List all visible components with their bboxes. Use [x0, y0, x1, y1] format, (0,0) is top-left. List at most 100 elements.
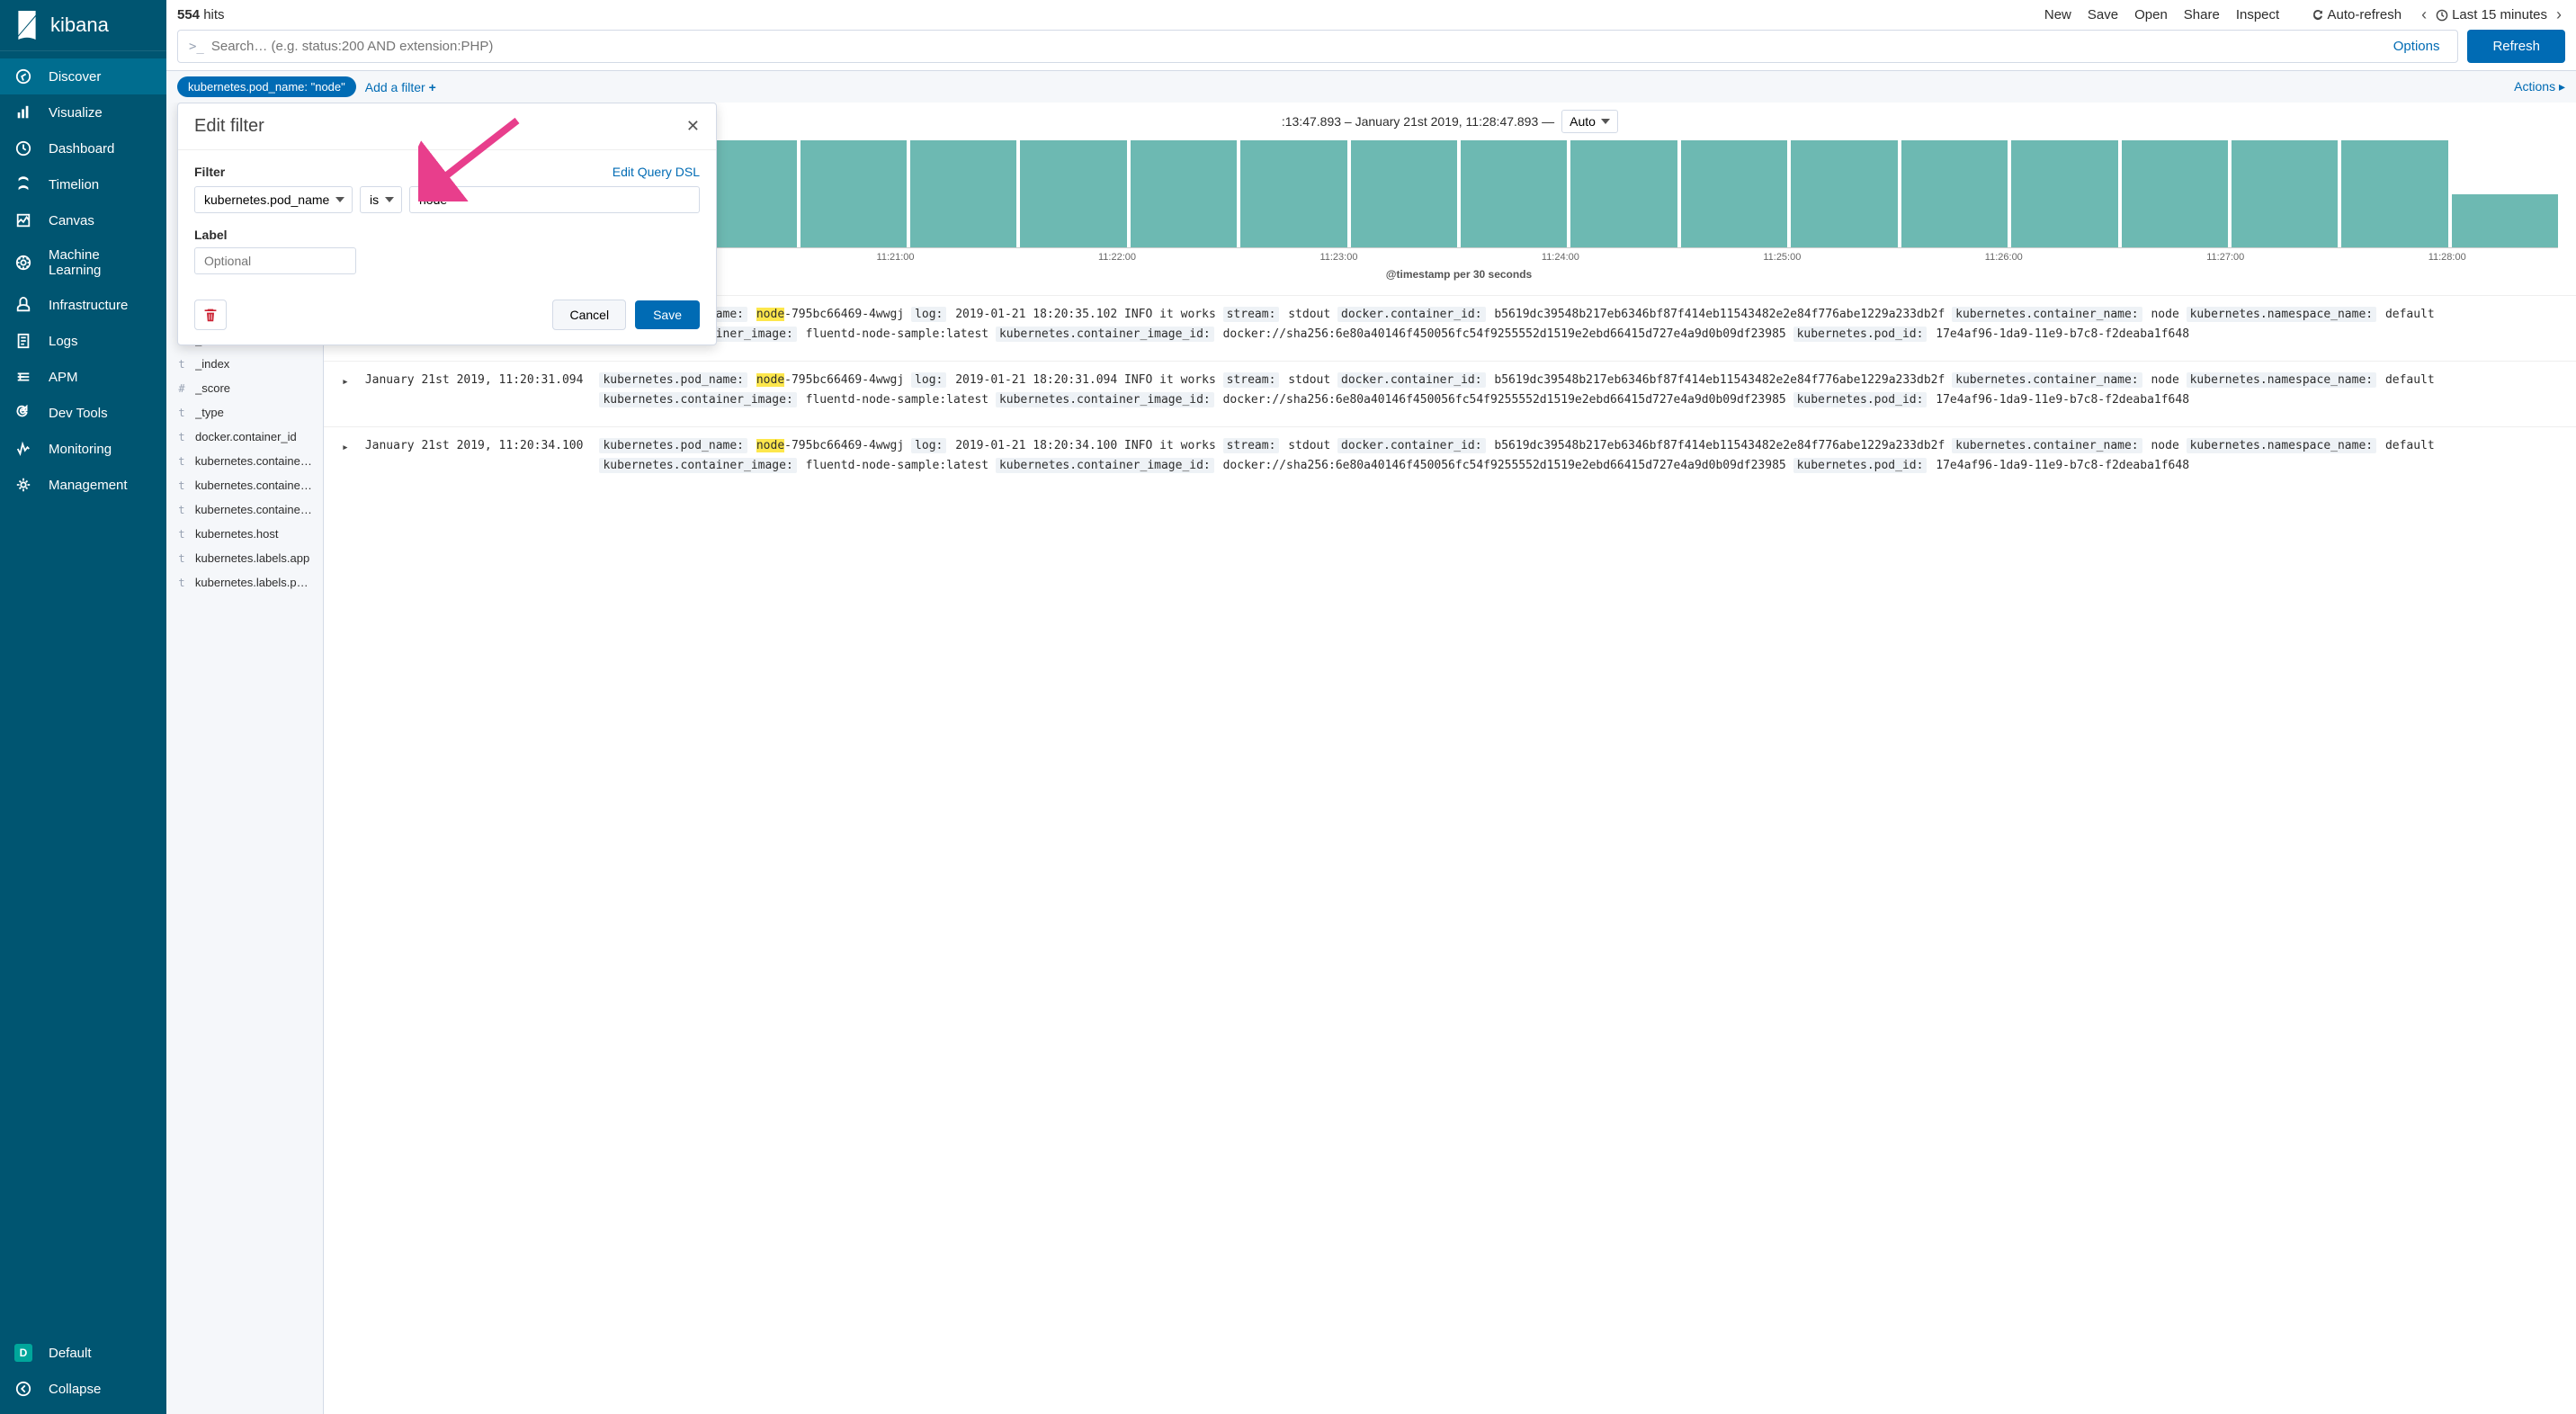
filter-label-input[interactable] — [194, 247, 356, 274]
sidebar-item-canvas[interactable]: Canvas — [0, 202, 166, 238]
histogram-bar[interactable] — [1131, 140, 1237, 247]
auto-refresh-toggle[interactable]: Auto-refresh — [2312, 7, 2402, 22]
field-key[interactable]: stream: — [1223, 307, 1280, 322]
field-key[interactable]: log: — [911, 307, 946, 322]
delete-filter-button[interactable] — [194, 300, 227, 330]
histogram-bar[interactable] — [2232, 140, 2338, 247]
field-key[interactable]: kubernetes.namespace_name: — [2187, 438, 2377, 453]
topbar-open-link[interactable]: Open — [2134, 7, 2168, 22]
edit-query-dsl-link[interactable]: Edit Query DSL — [613, 165, 700, 179]
histogram-bar[interactable] — [1020, 140, 1126, 247]
field-item[interactable]: tkubernetes.container… — [166, 497, 323, 522]
search-options-link[interactable]: Options — [2386, 39, 2447, 54]
histogram-bar[interactable] — [801, 140, 907, 247]
field-key[interactable]: kubernetes.container_image: — [599, 458, 796, 473]
nav-icon — [14, 476, 32, 494]
nav-label: APM — [49, 370, 78, 385]
sidebar-item-monitoring[interactable]: Monitoring — [0, 431, 166, 467]
histogram-bar[interactable] — [2341, 140, 2447, 247]
field-key[interactable]: kubernetes.namespace_name: — [2187, 372, 2377, 388]
field-key[interactable]: kubernetes.container_image_id: — [996, 458, 1214, 473]
sidebar-item-dev-tools[interactable]: Dev Tools — [0, 395, 166, 431]
histogram-bar[interactable] — [1461, 140, 1567, 247]
field-key[interactable]: kubernetes.container_name: — [1952, 372, 2142, 388]
doc-timestamp: January 21st 2019, 11:20:34.100 — [365, 436, 584, 476]
field-item[interactable]: t_type — [166, 400, 323, 425]
field-key[interactable]: log: — [911, 372, 946, 388]
sidebar-item-management[interactable]: Management — [0, 467, 166, 503]
histogram-bar[interactable] — [1791, 140, 1897, 247]
topbar-share-link[interactable]: Share — [2184, 7, 2220, 22]
topbar-inspect-link[interactable]: Inspect — [2236, 7, 2279, 22]
field-item[interactable]: tkubernetes.host — [166, 522, 323, 546]
histogram-bar[interactable] — [1570, 140, 1677, 247]
sidebar-item-default[interactable]: D Default — [0, 1335, 166, 1371]
refresh-button[interactable]: Refresh — [2467, 30, 2565, 63]
histogram-bar[interactable] — [2011, 140, 2117, 247]
histogram-bar[interactable] — [1901, 140, 2008, 247]
sidebar-item-dashboard[interactable]: Dashboard — [0, 130, 166, 166]
close-icon[interactable]: ✕ — [686, 117, 700, 136]
search-box[interactable]: >_ Options — [177, 30, 2458, 63]
interval-select[interactable]: Auto — [1561, 110, 1618, 133]
field-key[interactable]: kubernetes.pod_name: — [599, 372, 747, 388]
field-key[interactable]: docker.container_id: — [1337, 438, 1486, 453]
cancel-button[interactable]: Cancel — [552, 300, 626, 330]
topbar-save-link[interactable]: Save — [2088, 7, 2118, 22]
field-item[interactable]: tkubernetes.labels.app — [166, 546, 323, 570]
expand-icon[interactable]: ▸ — [342, 436, 349, 476]
histogram-bar[interactable] — [2122, 140, 2228, 247]
histogram-bar[interactable] — [1240, 140, 1346, 247]
field-key[interactable]: kubernetes.pod_id: — [1793, 392, 1928, 407]
sidebar-item-discover[interactable]: Discover — [0, 58, 166, 94]
topbar-new-link[interactable]: New — [2044, 7, 2071, 22]
nav-icon — [14, 332, 32, 350]
time-range-button[interactable]: Last 15 minutes — [2436, 7, 2547, 22]
field-value: 17e4af96-1da9-11e9-b7c8-f2deaba1f648 — [1936, 459, 2189, 472]
sidebar-item-apm[interactable]: APM — [0, 359, 166, 395]
filter-operator-select[interactable]: is — [360, 186, 402, 213]
field-item[interactable]: tkubernetes.container… — [166, 473, 323, 497]
sidebar-item-infrastructure[interactable]: Infrastructure — [0, 287, 166, 323]
field-key[interactable]: kubernetes.pod_name: — [599, 438, 747, 453]
sidebar-item-machine-learning[interactable]: Machine Learning — [0, 238, 166, 287]
save-button[interactable]: Save — [635, 300, 700, 329]
sidebar-item-logs[interactable]: Logs — [0, 323, 166, 359]
field-key[interactable]: stream: — [1223, 372, 1280, 388]
field-item[interactable]: tkubernetes.container… — [166, 449, 323, 473]
filter-actions-link[interactable]: Actions ▸ — [2514, 79, 2565, 94]
histogram-bar[interactable] — [910, 140, 1016, 247]
field-key[interactable]: kubernetes.container_name: — [1952, 438, 2142, 453]
histogram-bar[interactable] — [2452, 194, 2558, 248]
expand-icon[interactable]: ▸ — [342, 371, 349, 410]
field-item[interactable]: t_index — [166, 352, 323, 376]
field-key[interactable]: kubernetes.pod_id: — [1793, 458, 1928, 473]
field-key[interactable]: docker.container_id: — [1337, 307, 1486, 322]
sidebar-item-visualize[interactable]: Visualize — [0, 94, 166, 130]
field-key[interactable]: stream: — [1223, 438, 1280, 453]
field-item[interactable]: tkubernetes.labels.po… — [166, 570, 323, 595]
sidebar-item-timelion[interactable]: Timelion — [0, 166, 166, 202]
filter-field-select[interactable]: kubernetes.pod_name — [194, 186, 353, 213]
field-item[interactable]: #_score — [166, 376, 323, 400]
search-input[interactable] — [211, 39, 2379, 54]
add-filter-link[interactable]: Add a filter + — [365, 80, 436, 94]
field-type-icon: t — [175, 407, 188, 419]
field-key[interactable]: kubernetes.container_image_id: — [996, 392, 1214, 407]
field-key[interactable]: docker.container_id: — [1337, 372, 1486, 388]
histogram-bar[interactable] — [1681, 140, 1787, 247]
field-item[interactable]: tdocker.container_id — [166, 425, 323, 449]
brand-logo[interactable]: kibana — [0, 0, 166, 51]
field-key[interactable]: kubernetes.pod_id: — [1793, 327, 1928, 342]
histogram-tick: 11:26:00 — [1985, 252, 2023, 263]
field-key[interactable]: kubernetes.container_image_id: — [996, 327, 1214, 342]
field-key[interactable]: kubernetes.namespace_name: — [2187, 307, 2377, 322]
histogram-bar[interactable] — [1351, 140, 1457, 247]
time-next-button[interactable]: › — [2553, 5, 2565, 24]
sidebar-item-collapse[interactable]: Collapse — [0, 1371, 166, 1407]
field-key[interactable]: kubernetes.container_image: — [599, 392, 796, 407]
field-key[interactable]: log: — [911, 438, 946, 453]
field-key[interactable]: kubernetes.container_name: — [1952, 307, 2142, 322]
filter-pill[interactable]: kubernetes.pod_name: "node" — [177, 76, 356, 97]
time-prev-button[interactable]: ‹ — [2418, 5, 2430, 24]
